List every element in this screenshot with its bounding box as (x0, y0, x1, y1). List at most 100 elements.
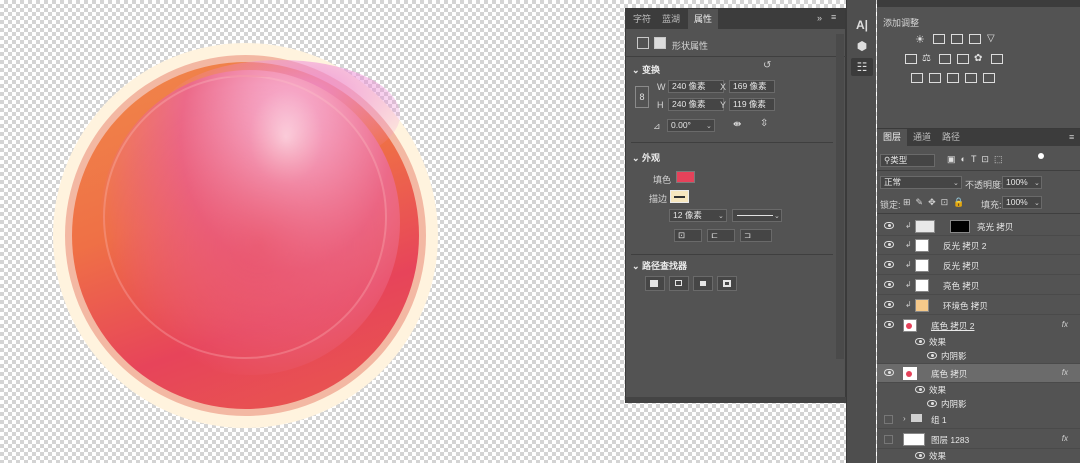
layer-row[interactable]: ↲ 亮色 拷贝 (877, 276, 1080, 295)
layer-row[interactable]: ↲ 环境色 拷贝 (877, 296, 1080, 315)
chevron-down-icon[interactable]: ⌄ (1034, 199, 1040, 207)
visibility-eye-icon[interactable] (884, 321, 894, 328)
layer-name[interactable]: 亮光 拷贝 (977, 221, 1013, 233)
layer-row[interactable]: › 组 1 (877, 410, 1080, 429)
layer-row[interactable]: ↲ 亮光 拷贝 (877, 217, 1080, 236)
color-balance-icon[interactable]: ⚖ (922, 53, 931, 64)
posterize-icon[interactable] (929, 73, 941, 83)
lock-icons[interactable]: ⊞✎✥⊡🔒 (903, 197, 969, 208)
layer-row-selected[interactable]: 底色 拷贝 fx (877, 364, 1080, 383)
layer-filter-dropdown[interactable]: ⚲类型 (880, 154, 935, 167)
visibility-eye-icon[interactable] (927, 352, 937, 359)
layer-row[interactable]: 图层 1283 fx (877, 430, 1080, 449)
layer-name[interactable]: 环境色 拷贝 (943, 300, 988, 312)
stroke-corner-dropdown[interactable]: ⊐ (740, 229, 772, 242)
channel-mixer-icon[interactable]: ✿ (974, 53, 982, 64)
width-field[interactable]: 240 像素 (668, 80, 724, 93)
flip-horizontal-icon[interactable]: ⇼ (733, 119, 741, 130)
layer-name[interactable]: 组 1 (931, 414, 947, 426)
color-lookup-icon[interactable] (991, 54, 1003, 64)
effects-row[interactable]: 效果 (877, 334, 1080, 348)
inner-shadow-row[interactable]: 内阴影 (877, 348, 1080, 362)
visibility-eye-icon[interactable] (884, 301, 894, 308)
layer-name[interactable]: 底色 拷贝 (931, 368, 967, 380)
layer-row[interactable]: ↲ 反光 拷贝 2 (877, 236, 1080, 255)
panel-menu-icon[interactable]: ≡ (831, 12, 836, 22)
tab-paths[interactable]: 路径 (942, 129, 960, 146)
layer-name[interactable]: 底色 拷贝 2 (931, 320, 974, 332)
effects-row[interactable]: 效果 (877, 382, 1080, 396)
x-field[interactable]: 169 像素 (729, 80, 775, 93)
properties-panel-icon[interactable]: ☷ (851, 58, 873, 76)
intersect-shapes-button[interactable] (693, 276, 713, 291)
blend-mode-dropdown[interactable]: 正常 (880, 176, 962, 189)
lanhu-panel-icon[interactable]: ⬢ (851, 37, 873, 55)
chevron-down-icon[interactable]: ⌄ (953, 179, 959, 187)
layer-name[interactable]: 反光 拷贝 2 (943, 240, 986, 252)
visibility-eye-icon[interactable] (915, 452, 925, 459)
reset-icon[interactable]: ↺ (763, 60, 771, 71)
scrollbar[interactable] (836, 34, 844, 359)
visibility-eye-icon[interactable] (915, 338, 925, 345)
exclude-shapes-button[interactable] (717, 276, 737, 291)
photo-filter-icon[interactable] (957, 54, 969, 64)
chevron-down-icon[interactable]: ⌄ (706, 122, 712, 130)
exposure-icon[interactable] (969, 34, 981, 44)
subtract-shapes-button[interactable] (669, 276, 689, 291)
y-field[interactable]: 119 像素 (729, 98, 775, 111)
inner-shadow-row[interactable]: 内阴影 (877, 396, 1080, 410)
invert-icon[interactable] (911, 73, 923, 83)
threshold-icon[interactable] (947, 73, 959, 83)
curves-icon[interactable] (951, 34, 963, 44)
tab-lanhu[interactable]: 蓝湖 (662, 9, 680, 29)
stroke-cap-dropdown[interactable]: ⊏ (707, 229, 735, 242)
layer-row[interactable]: ↲ 反光 拷贝 (877, 256, 1080, 275)
visibility-empty-box[interactable] (884, 415, 893, 424)
tab-layers[interactable]: 图层 (877, 129, 908, 146)
chevron-down-icon[interactable]: ⌄ (1034, 179, 1040, 187)
shape-transform-icon[interactable] (637, 37, 649, 49)
fx-badge[interactable]: fx (1062, 320, 1068, 329)
selective-color-icon[interactable] (965, 73, 977, 83)
filter-icons[interactable]: ▣◐T⊡⬚ (947, 154, 1007, 165)
fill-color-swatch[interactable] (676, 171, 695, 183)
fx-badge[interactable]: fx (1062, 434, 1068, 443)
layer-row[interactable]: 底色 拷贝 2 fx 效果 内阴影 (877, 316, 1080, 364)
visibility-empty-box[interactable] (884, 435, 893, 444)
fx-badge[interactable]: fx (1062, 368, 1068, 377)
layer-name[interactable]: 亮色 拷贝 (943, 280, 979, 292)
visibility-eye-icon[interactable] (884, 241, 894, 248)
vibrance-icon[interactable]: ▽ (987, 33, 995, 44)
levels-icon[interactable] (933, 34, 945, 44)
layer-name[interactable]: 反光 拷贝 (943, 260, 979, 272)
tab-channels[interactable]: 通道 (913, 129, 931, 146)
gradient-map-icon[interactable] (983, 73, 995, 83)
tab-properties[interactable]: 属性 (688, 9, 719, 29)
chevron-down-icon[interactable]: ⌄ (718, 212, 724, 220)
chevron-down-icon[interactable]: ⌄ (774, 212, 780, 220)
visibility-eye-icon[interactable] (884, 369, 894, 376)
chevron-right-icon[interactable]: › (903, 414, 906, 423)
collapse-icon[interactable]: » (817, 13, 822, 23)
tab-character[interactable]: 字符 (633, 9, 651, 29)
height-field[interactable]: 240 像素 (668, 98, 724, 111)
black-white-icon[interactable] (939, 54, 951, 64)
visibility-eye-icon[interactable] (884, 261, 894, 268)
brightness-icon[interactable]: ☀ (915, 33, 925, 46)
character-panel-icon[interactable]: A| (851, 16, 873, 34)
combine-shapes-button[interactable] (645, 276, 665, 291)
link-icon[interactable]: 8 (635, 86, 649, 108)
visibility-eye-icon[interactable] (884, 281, 894, 288)
effects-row[interactable]: 效果 (877, 448, 1080, 462)
hue-saturation-icon[interactable] (905, 54, 917, 64)
mask-icon[interactable] (654, 37, 666, 49)
visibility-eye-icon[interactable] (927, 400, 937, 407)
visibility-eye-icon[interactable] (884, 222, 894, 229)
filter-toggle-icon[interactable] (1038, 153, 1044, 159)
visibility-eye-icon[interactable] (915, 386, 925, 393)
stroke-color-swatch[interactable] (670, 190, 689, 203)
stroke-align-dropdown[interactable]: ⊡ (674, 229, 702, 242)
layers-menu-icon[interactable]: ≡ (1069, 132, 1074, 142)
flip-vertical-icon[interactable]: ⇳ (760, 118, 768, 129)
layer-name[interactable]: 图层 1283 (931, 434, 969, 446)
